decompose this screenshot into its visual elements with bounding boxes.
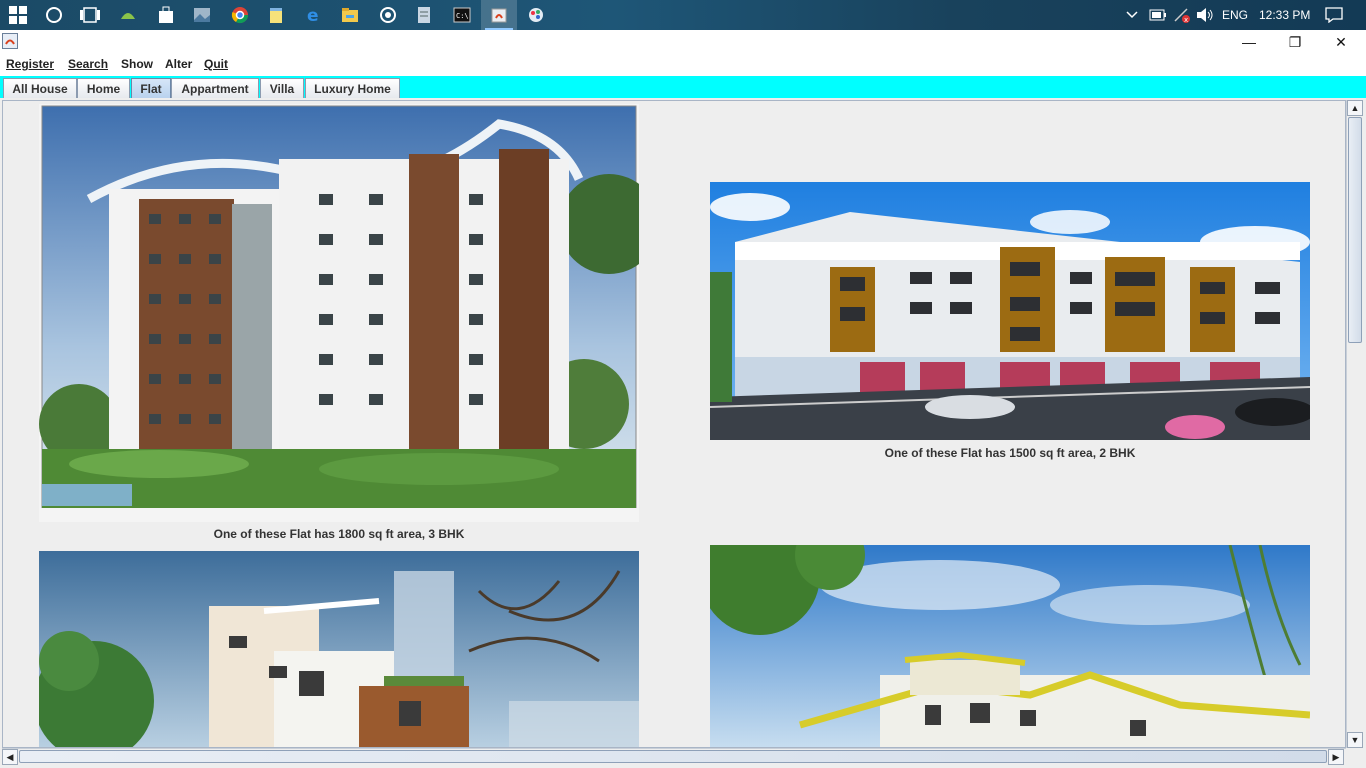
menu-alter[interactable]: Alter	[165, 57, 192, 71]
menu-search[interactable]: Search	[68, 57, 108, 71]
volume-icon[interactable]	[1193, 3, 1217, 27]
svg-text:e: e	[307, 6, 319, 24]
photos-icon[interactable]	[190, 3, 214, 27]
battery-icon[interactable]	[1146, 3, 1170, 27]
edge-icon[interactable]: e	[302, 3, 326, 27]
listing-panel: One of these Flat has 1800 sq ft area, 3…	[2, 100, 1346, 748]
tab-all-house[interactable]: All House	[3, 78, 77, 98]
taskbar: e C:\ x ENG 12:33 PM	[0, 0, 1366, 30]
menu-register[interactable]: Register	[6, 57, 54, 71]
listing-caption-2: One of these Flat has 1500 sq ft area, 2…	[884, 446, 1136, 460]
menu-bar: Register Search Show Alter Quit	[0, 54, 1366, 76]
language-indicator[interactable]: ENG	[1222, 8, 1248, 22]
notes-icon[interactable]	[412, 3, 436, 27]
app-icon	[2, 33, 18, 49]
flat-image-midrise[interactable]	[710, 182, 1310, 440]
scroll-up-button[interactable]: ▲	[1347, 100, 1363, 116]
horizontal-scroll-thumb[interactable]	[19, 750, 1327, 763]
vertical-scrollbar[interactable]: ▲ ▼	[1346, 100, 1364, 748]
svg-text:C:\: C:\	[456, 12, 469, 20]
cortana-icon[interactable]	[42, 3, 66, 27]
network-disconnected-icon[interactable]: x	[1170, 3, 1194, 27]
flat-image-tower[interactable]	[39, 104, 639, 522]
svg-text:x: x	[1184, 16, 1188, 23]
scroll-left-button[interactable]: ◀	[2, 749, 18, 765]
chevron-up-icon[interactable]	[1124, 3, 1140, 27]
file-explorer-icon[interactable]	[338, 3, 362, 27]
minimize-button[interactable]: —	[1226, 30, 1272, 54]
menu-quit[interactable]: Quit	[204, 57, 228, 71]
tab-strip: All House Home Flat Appartment Villa Lux…	[0, 76, 1366, 98]
scroll-corner	[1346, 748, 1364, 764]
scroll-right-button[interactable]: ▶	[1328, 749, 1344, 765]
clock[interactable]: 12:33 PM	[1259, 8, 1310, 22]
flat-image-yellow-roof[interactable]	[710, 545, 1310, 747]
tab-luxury-home[interactable]: Luxury Home	[305, 78, 400, 98]
store-icon[interactable]	[154, 3, 178, 27]
java-app-icon[interactable]	[481, 0, 517, 30]
scroll-down-button[interactable]: ▼	[1347, 732, 1363, 748]
menu-show[interactable]: Show	[121, 57, 153, 71]
notepad-icon[interactable]	[264, 3, 288, 27]
cmd-icon[interactable]: C:\	[450, 3, 474, 27]
flat-image-townhouse[interactable]	[39, 551, 639, 747]
media-icon[interactable]	[376, 3, 400, 27]
restore-button[interactable]: ❐	[1272, 30, 1318, 54]
chrome-icon[interactable]	[228, 3, 252, 27]
vertical-scroll-thumb[interactable]	[1348, 117, 1362, 343]
tab-appartment[interactable]: Appartment	[171, 78, 259, 98]
windows-start-icon[interactable]	[6, 3, 30, 27]
window-title-bar: — ❐ ✕	[0, 30, 1366, 54]
tab-villa[interactable]: Villa	[260, 78, 304, 98]
listing-caption-1: One of these Flat has 1800 sq ft area, 3…	[213, 527, 465, 541]
action-center-icon[interactable]	[1322, 3, 1346, 27]
horizontal-scrollbar[interactable]: ◀ ▶	[2, 748, 1346, 765]
tab-flat[interactable]: Flat	[131, 78, 171, 98]
android-studio-icon[interactable]	[116, 3, 140, 27]
task-view-icon[interactable]	[78, 3, 102, 27]
paint-icon[interactable]	[524, 3, 548, 27]
tab-home[interactable]: Home	[77, 78, 130, 98]
close-button[interactable]: ✕	[1318, 30, 1364, 54]
